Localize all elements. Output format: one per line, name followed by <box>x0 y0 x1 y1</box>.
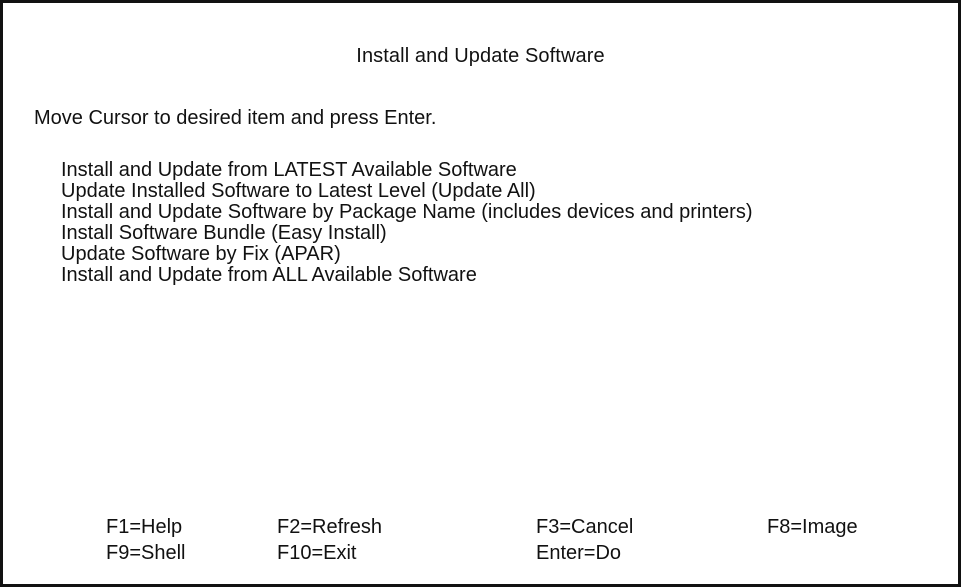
f9-shell-key[interactable]: F9=Shell <box>106 540 186 566</box>
f1-help-key[interactable]: F1=Help <box>106 514 182 540</box>
f10-exit-key[interactable]: F10=Exit <box>277 540 356 566</box>
smit-screen: Install and Update Software Move Cursor … <box>0 0 961 587</box>
f3-cancel-key[interactable]: F3=Cancel <box>536 514 633 540</box>
page-title: Install and Update Software <box>356 45 605 67</box>
instruction-text: Move Cursor to desired item and press En… <box>34 107 437 129</box>
menu-item-update-all[interactable]: Update Installed Software to Latest Leve… <box>61 181 752 202</box>
enter-do-key[interactable]: Enter=Do <box>536 540 621 566</box>
menu-item-install-latest[interactable]: Install and Update from LATEST Available… <box>61 160 752 181</box>
f8-image-key[interactable]: F8=Image <box>767 514 858 540</box>
menu-item-install-all[interactable]: Install and Update from ALL Available So… <box>61 265 752 286</box>
menu-item-install-bundle[interactable]: Install Software Bundle (Easy Install) <box>61 223 752 244</box>
menu-item-update-by-fix[interactable]: Update Software by Fix (APAR) <box>61 244 752 265</box>
menu-item-install-by-package-name[interactable]: Install and Update Software by Package N… <box>61 202 752 223</box>
f2-refresh-key[interactable]: F2=Refresh <box>277 514 382 540</box>
menu-list: Install and Update from LATEST Available… <box>61 160 752 286</box>
